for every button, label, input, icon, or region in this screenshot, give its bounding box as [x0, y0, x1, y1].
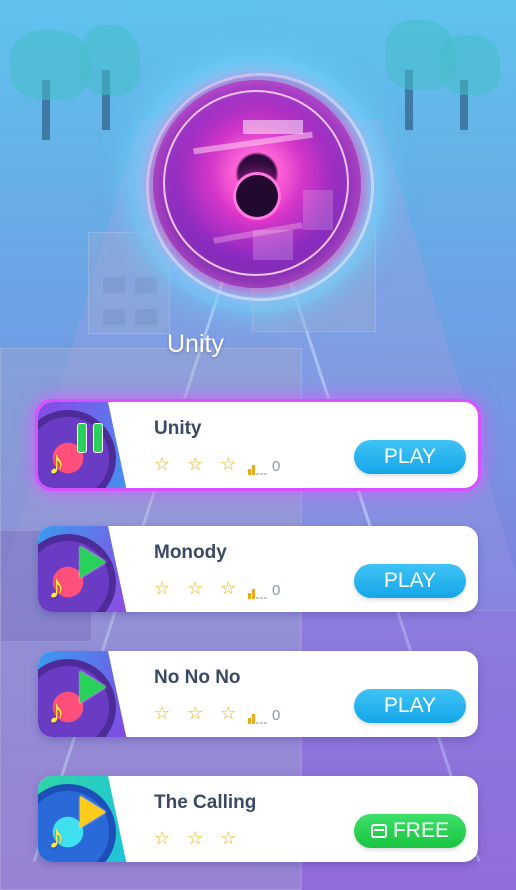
- pause-icon[interactable]: [74, 418, 110, 458]
- song-title: Unity: [154, 418, 202, 439]
- song-title: Monody: [154, 542, 227, 563]
- free-button[interactable]: FREE: [354, 814, 466, 848]
- rank-bars-icon: [248, 582, 268, 599]
- rank-bars-icon: [248, 707, 268, 724]
- now-playing-title: Unity: [167, 330, 224, 358]
- rank-stat: 0: [248, 582, 280, 599]
- rank-stat: 0: [248, 458, 280, 475]
- play-button[interactable]: PLAY: [354, 564, 466, 598]
- song-thumbnail: ♪: [38, 776, 146, 862]
- album-art: [153, 80, 361, 288]
- star-rating: ☆ ☆ ☆: [154, 828, 243, 848]
- play-icon[interactable]: [74, 792, 110, 832]
- music-note-icon: ♪: [48, 444, 65, 482]
- star-rating: ☆ ☆ ☆: [154, 454, 243, 474]
- song-thumbnail: ♪: [38, 526, 146, 612]
- song-card-no-no-no[interactable]: ♪ No No No ☆ ☆ ☆ 0 PLAY: [38, 651, 478, 737]
- music-note-icon: ♪: [48, 693, 65, 731]
- rank-count: 0: [272, 707, 281, 724]
- play-icon[interactable]: [74, 542, 110, 582]
- play-icon[interactable]: [74, 667, 110, 707]
- star-rating: ☆ ☆ ☆: [154, 578, 243, 598]
- tree: [10, 30, 90, 100]
- music-note-icon: ♪: [48, 568, 65, 606]
- song-title: No No No: [154, 667, 241, 688]
- disc-hole: [236, 175, 278, 217]
- star-rating: ☆ ☆ ☆: [154, 703, 243, 723]
- song-card-monody[interactable]: ♪ Monody ☆ ☆ ☆ 0 PLAY: [38, 526, 478, 612]
- play-button[interactable]: PLAY: [354, 689, 466, 723]
- song-card-unity[interactable]: ♪ Unity ☆ ☆ ☆ 0 PLAY: [38, 402, 478, 488]
- tree: [440, 35, 500, 95]
- play-button[interactable]: PLAY: [354, 440, 466, 474]
- rank-stat: 0: [248, 707, 280, 724]
- album-disc: [128, 55, 386, 313]
- video-ad-icon: [370, 824, 387, 838]
- rank-count: 0: [272, 458, 281, 475]
- rank-bars-icon: [248, 458, 268, 475]
- music-note-icon: ♪: [48, 818, 65, 856]
- free-label: FREE: [392, 819, 449, 842]
- rank-count: 0: [272, 582, 281, 599]
- song-card-the-calling[interactable]: ♪ The Calling ☆ ☆ ☆ FREE: [38, 776, 478, 862]
- song-thumbnail: ♪: [38, 651, 146, 737]
- song-thumbnail: ♪: [38, 402, 146, 488]
- song-title: The Calling: [154, 792, 257, 813]
